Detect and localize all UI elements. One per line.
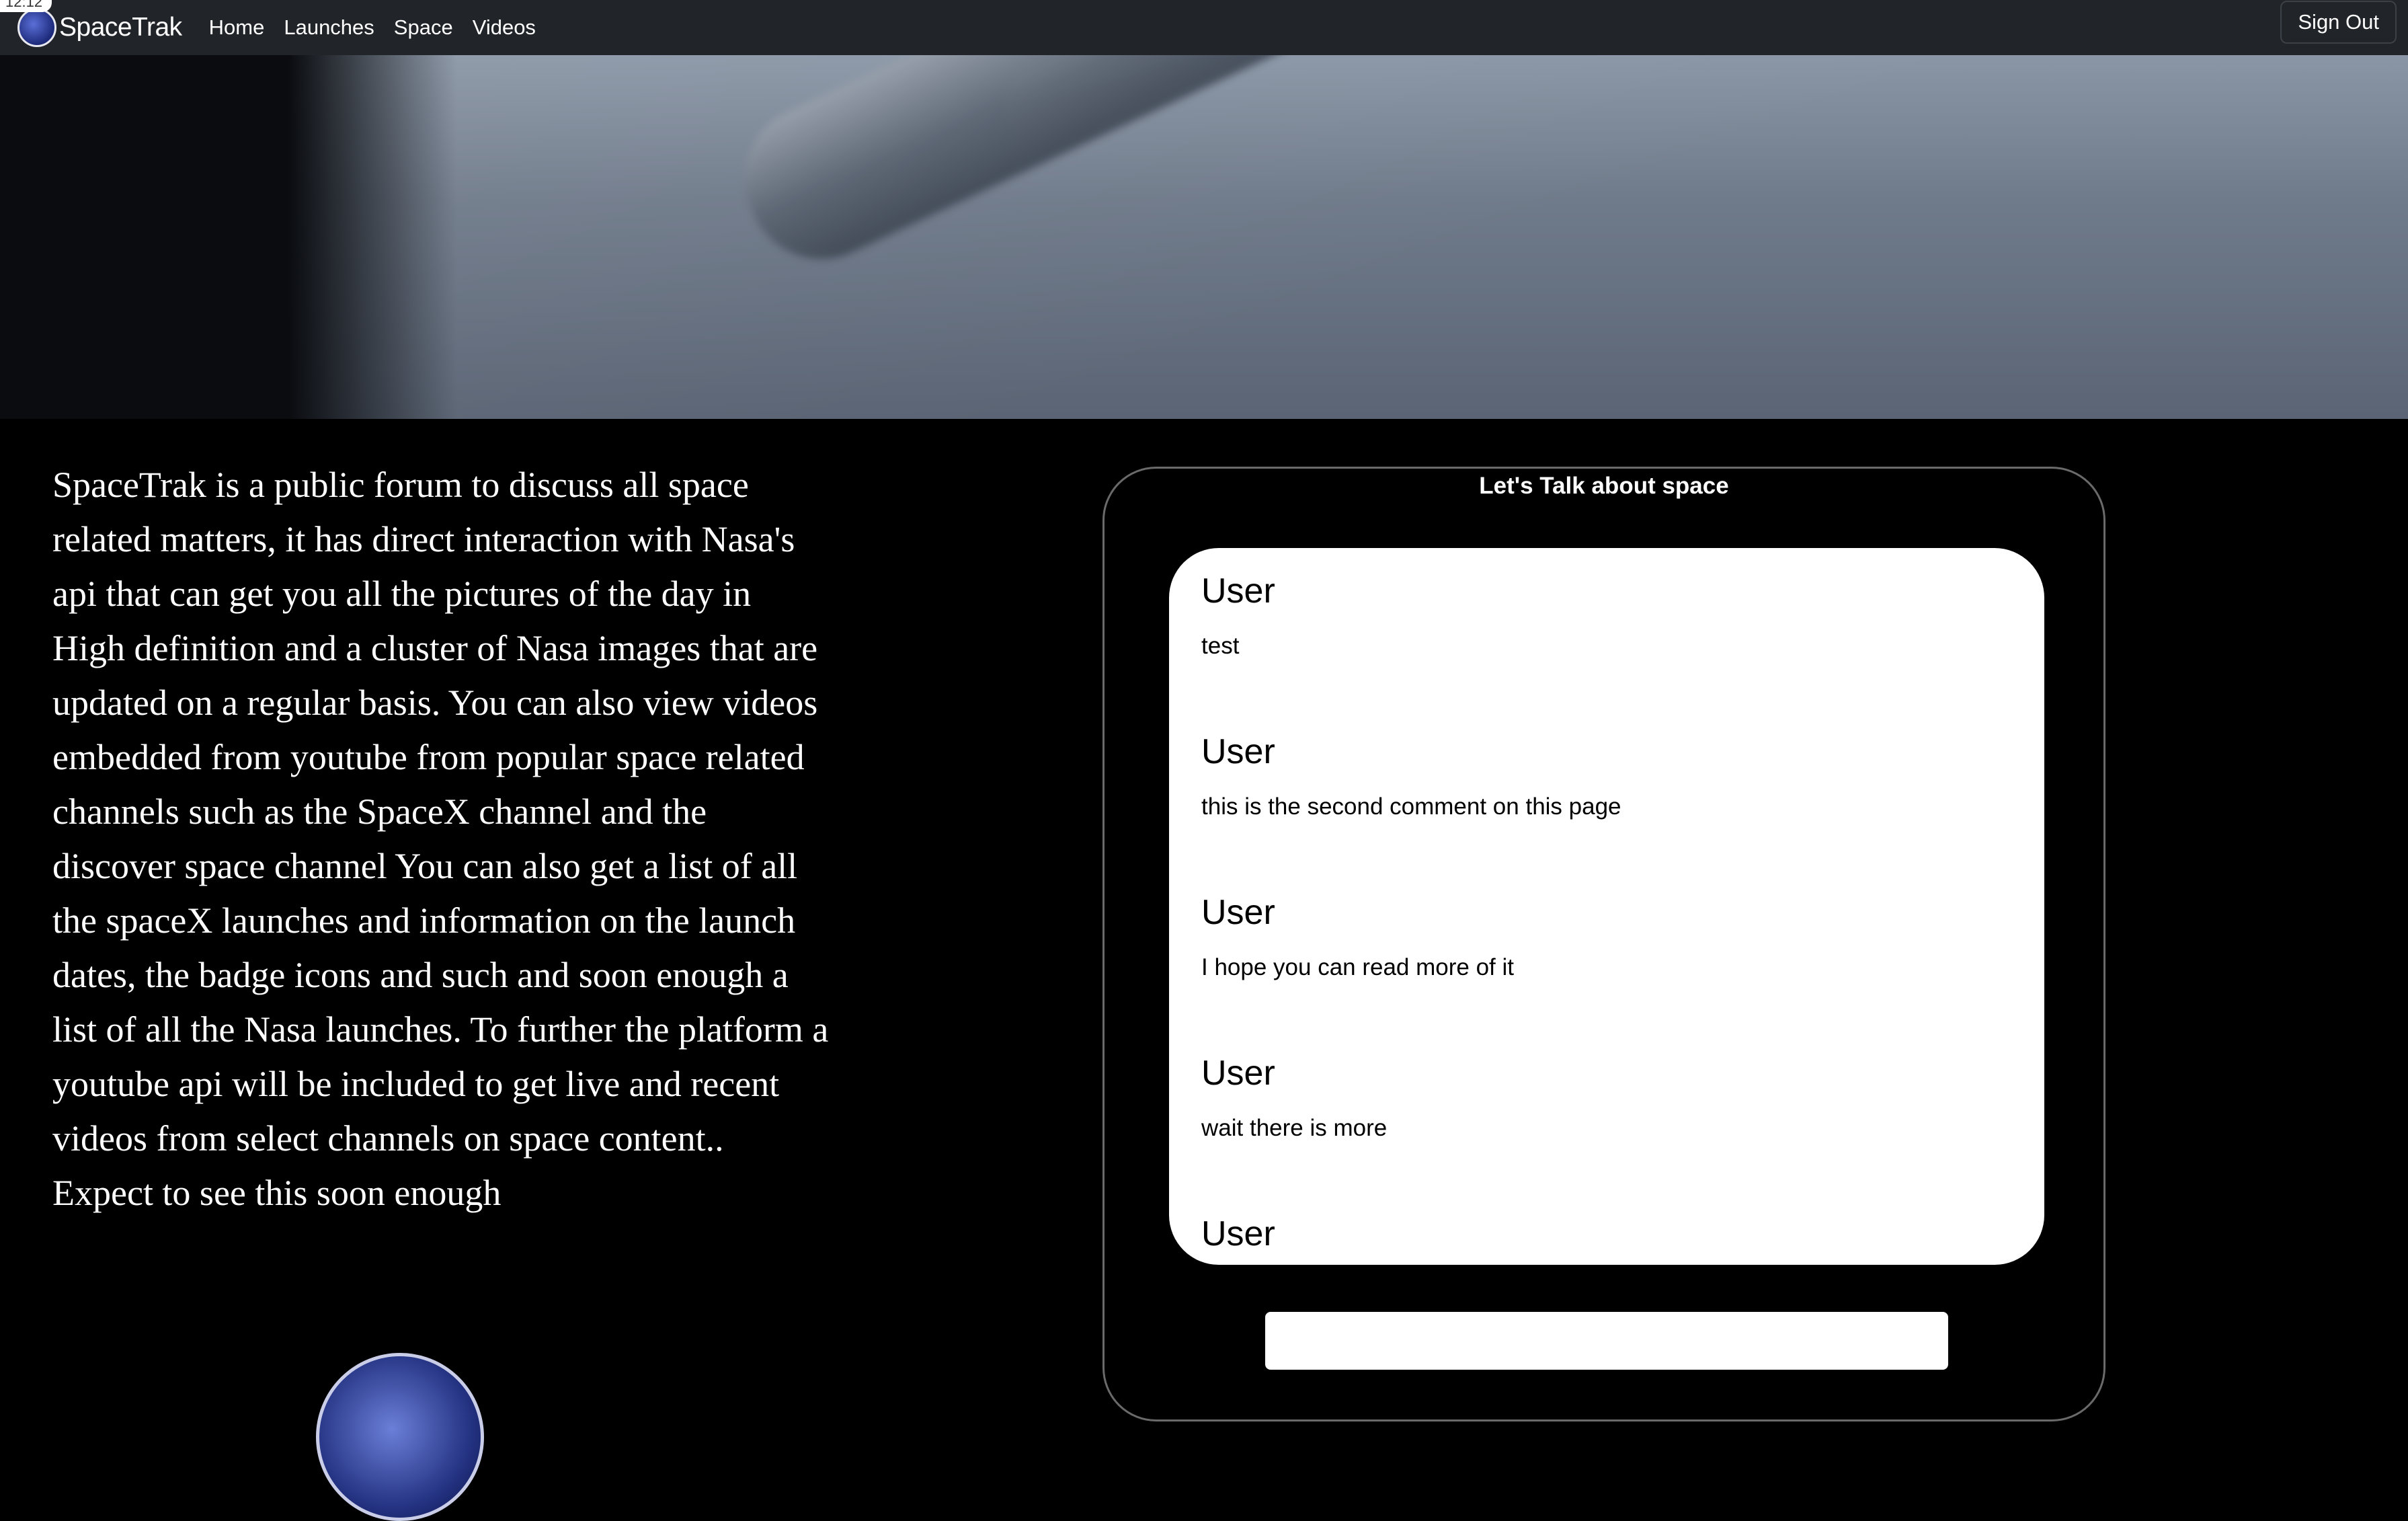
about-description: SpaceTrak is a public forum to discuss a… — [52, 465, 829, 1213]
chat-panel: Let's Talk about space User test User th… — [1102, 467, 2105, 1421]
comment-author: User — [1201, 572, 1275, 611]
comment-text: I hope you can read more of it — [1201, 954, 1514, 980]
top-navbar: 12:12 SpaceTrak Home Launches Space Vide… — [0, 0, 2408, 55]
comment-list[interactable]: User test User this is the second commen… — [1169, 548, 2044, 1265]
brand-name: SpaceTrak — [59, 13, 182, 42]
comment-text: wait there is more — [1201, 1115, 1388, 1141]
comment-author: User — [1201, 732, 1275, 771]
comment-author: User — [1201, 1214, 1275, 1253]
nav-link-space[interactable]: Space — [394, 15, 453, 40]
spacetrak-logo-icon — [17, 8, 56, 47]
comment-item: User wait there is more — [1201, 1053, 1387, 1142]
comment-text: this is the second comment on this page — [1201, 793, 1621, 820]
nav-links: Home Launches Space Videos — [209, 15, 555, 40]
brand[interactable]: SpaceTrak — [17, 8, 182, 47]
comment-item: User test — [1201, 571, 1275, 660]
hero-banner-image — [0, 55, 2408, 419]
comment-item: User this is the second comment on this … — [1201, 732, 1621, 820]
spacetrak-emblem-icon — [316, 1353, 484, 1521]
comment-author: User — [1201, 1054, 1275, 1093]
comment-input[interactable] — [1265, 1312, 1948, 1370]
nav-link-home[interactable]: Home — [209, 15, 265, 40]
nav-link-launches[interactable]: Launches — [284, 15, 374, 40]
comment-text: test — [1201, 633, 1240, 659]
comment-item: User — [1201, 1214, 1275, 1265]
comment-author: User — [1201, 893, 1275, 932]
clock-badge: 12:12 — [0, 0, 52, 12]
nav-link-videos[interactable]: Videos — [473, 15, 536, 40]
chat-title: Let's Talk about space — [1479, 473, 1729, 499]
comment-item: User I hope you can read more of it — [1201, 892, 1514, 981]
sign-out-button[interactable]: Sign Out — [2280, 1, 2397, 44]
rocket-image — [720, 55, 1943, 284]
